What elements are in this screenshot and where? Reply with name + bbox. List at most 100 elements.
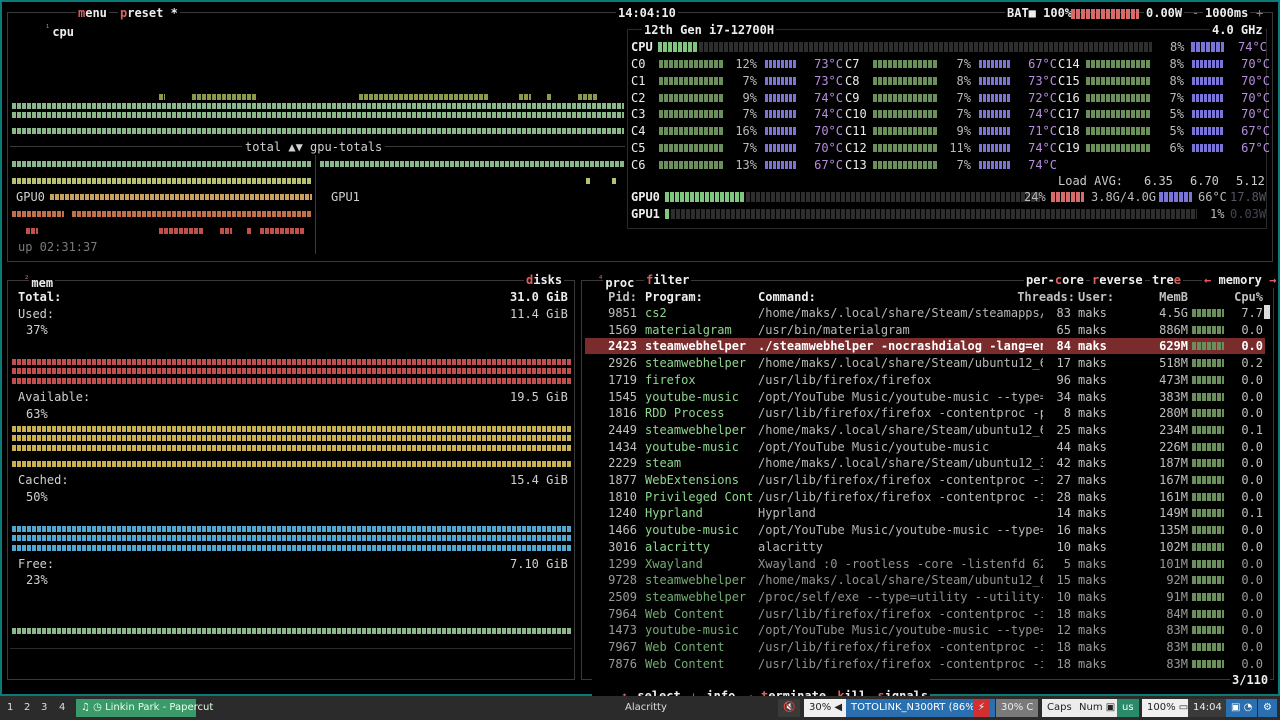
process-row[interactable]: 1816 RDD Process/usr/lib/firefox/firefox … xyxy=(585,405,1265,421)
process-cpu-meter xyxy=(1192,576,1224,585)
core-pct: 11% xyxy=(949,141,971,155)
volume[interactable]: 30% ◀ xyxy=(804,699,848,717)
col-pid[interactable]: Pid: xyxy=(585,289,637,305)
core-temp-meter xyxy=(765,76,797,85)
process-row[interactable]: 1299 Xwayland Xwayland :0 -rootless -core … xyxy=(585,556,1265,572)
process-pid: 7876 xyxy=(608,656,637,671)
core-temp-meter xyxy=(1192,60,1224,68)
process-cpu-meter xyxy=(1192,409,1224,418)
gpu1-graph-label: GPU1 xyxy=(331,190,360,204)
power-icon[interactable]: ⚡ xyxy=(973,699,991,717)
keyboard-layout[interactable]: us xyxy=(1117,699,1139,717)
cpu-core-c12: C12 11% 74°C xyxy=(845,140,1057,156)
process-row[interactable]: 1810 Privileged Cont/usr/lib/firefox/fire… xyxy=(585,489,1265,505)
process-row[interactable]: 1466 youtube-music/opt/YouTube Music/yout… xyxy=(585,522,1265,538)
process-cpu-meter xyxy=(1192,392,1224,401)
tree-toggle[interactable]: tree xyxy=(1150,272,1183,288)
reverse-toggle[interactable]: reverse xyxy=(1090,272,1145,288)
process-pid: 1545 xyxy=(608,389,637,404)
process-command: /home/maks/.local/share/Steam/ubuntu12_6… xyxy=(758,356,1043,371)
mute-icon[interactable]: 🔇 xyxy=(778,699,801,717)
process-program: firefox xyxy=(645,372,696,387)
col-mem[interactable]: MemB xyxy=(1138,289,1188,305)
process-row[interactable]: 7967 Web Content/usr/lib/firefox/firefox … xyxy=(585,639,1265,655)
process-row[interactable]: 2926 steamwebhelper/home/maks/.local/shar… xyxy=(585,355,1265,371)
core-load-meter xyxy=(659,127,723,136)
process-row[interactable]: 1473 youtube-music/opt/YouTube Music/yout… xyxy=(585,622,1265,638)
core-label: C16 xyxy=(1058,90,1080,105)
workspace-1[interactable]: 1 xyxy=(2,699,18,717)
core-temp: 67°C xyxy=(814,157,843,172)
media-player[interactable]: ♫ ◷ Linkin Park - Papercut xyxy=(76,699,213,717)
core-pct: 8% xyxy=(1169,57,1184,71)
process-cpu-meter xyxy=(1192,659,1224,668)
col-program[interactable]: Program: xyxy=(645,289,757,305)
process-row[interactable]: 2449 steamwebhelper/home/maks/.local/shar… xyxy=(585,422,1265,438)
process-row[interactable]: 1545 youtube-music/opt/YouTube Music/yout… xyxy=(585,389,1265,405)
process-row[interactable]: 2229 steam/home/maks/.local/share/Steam/u… xyxy=(585,455,1265,471)
disks-toggle[interactable]: disks xyxy=(524,272,565,288)
menu-tab[interactable]: menu xyxy=(76,5,109,21)
per-core-toggle[interactable]: per-core xyxy=(1024,272,1086,288)
process-mem: 234M xyxy=(1159,422,1188,437)
gpu0-meter xyxy=(665,192,745,202)
process-row[interactable]: 1719 firefox/usr/lib/firefox/firefox 96 mak… xyxy=(585,372,1265,388)
core-pct: 5% xyxy=(1169,107,1184,122)
process-row[interactable]: 7876 Web Content/usr/lib/firefox/firefox … xyxy=(585,656,1265,672)
workspace-3[interactable]: 3 xyxy=(36,699,52,717)
clock-widget[interactable]: 14:04 xyxy=(1188,699,1227,717)
filter-button[interactable]: filter xyxy=(644,272,692,288)
process-cpu-meter xyxy=(1192,325,1224,334)
core-temp: 71°C xyxy=(1028,124,1057,139)
mem-free-label: Free: xyxy=(18,557,55,571)
tray-icons[interactable]: ▣ ◔ xyxy=(1226,699,1258,717)
battery-status: BAT■ 100% xyxy=(1005,5,1075,21)
process-row[interactable]: 3016 alacritty alacritty 10 maks 102M 0.0 xyxy=(585,539,1265,555)
core-temp-meter xyxy=(979,160,1011,169)
mem-used: 11.4 GiB xyxy=(510,307,568,321)
process-row[interactable]: 2423 steamwebhelper ./steamwebhelper -nocr… xyxy=(585,338,1265,355)
process-cpu-meter xyxy=(1192,542,1224,551)
process-row[interactable]: 2509 steamwebhelper/proc/self/exe --type=… xyxy=(585,589,1265,605)
workspace-2[interactable]: 2 xyxy=(19,699,35,717)
interval-minus[interactable]: - xyxy=(1192,5,1199,21)
interval-plus[interactable]: + xyxy=(1256,5,1263,21)
core-label: C4 xyxy=(631,124,646,139)
col-user[interactable]: User: xyxy=(1078,289,1138,305)
proc-scrollbar[interactable] xyxy=(1264,305,1270,319)
process-row[interactable]: 7964 Web Content/usr/lib/firefox/firefox … xyxy=(585,606,1265,622)
process-row[interactable]: 1434 youtube-music/opt/YouTube Music/yout… xyxy=(585,439,1265,455)
process-row[interactable]: 1877 WebExtensions/usr/lib/firefox/firefo… xyxy=(585,472,1265,488)
process-row[interactable]: 9728 steamwebhelper/home/maks/.local/shar… xyxy=(585,572,1265,588)
preset-tab[interactable]: preset * xyxy=(118,5,180,21)
core-pct: 7% xyxy=(1169,90,1184,105)
core-load-meter xyxy=(873,110,937,119)
col-threads[interactable]: Threads: xyxy=(1015,289,1075,305)
col-command[interactable]: Command: xyxy=(758,289,1043,305)
process-row[interactable]: 1569 materialgram/usr/bin/materialgram 65 m… xyxy=(585,322,1265,338)
sort-selector[interactable]: ← memory → xyxy=(1202,272,1279,288)
workspace-4[interactable]: 4 xyxy=(54,699,70,717)
process-row[interactable]: 1240 Hyprland Hyprland 14 maks 149M 0.1 xyxy=(585,505,1265,521)
active-window-title: Alacritty xyxy=(625,702,667,713)
core-temp-meter xyxy=(765,60,797,68)
update-interval[interactable]: 1000ms xyxy=(1203,5,1251,21)
cpu-core-c13: C13 7% 74°C xyxy=(845,157,1057,173)
process-row[interactable]: 9851 cs2/home/maks/.local/share/Steam/ste… xyxy=(585,305,1265,321)
process-command: /usr/lib/firefox/firefox -contentproc -i… xyxy=(758,640,1043,654)
cpu-core-c18: C18 5% 67°C xyxy=(1058,123,1270,139)
process-cpu-meter xyxy=(1192,442,1224,451)
settings-icon[interactable]: ⚙ xyxy=(1258,699,1277,717)
process-cpu: 0.0 xyxy=(1241,573,1263,588)
col-cpu[interactable]: Cpu% xyxy=(1225,289,1263,305)
graph-totals-toggle[interactable]: total ▲▼ gpu-totals xyxy=(242,139,386,155)
core-temp: 74°C xyxy=(814,90,843,105)
cpu-core-c5: C5 7% 70°C xyxy=(631,140,843,156)
mem-free: 7.10 GiB xyxy=(510,557,568,571)
mem-tab-label: mem xyxy=(29,276,56,290)
process-program: steamwebhelper xyxy=(645,589,747,604)
process-pid: 1434 xyxy=(608,439,637,454)
cpu-tab[interactable]: ¹ cpu xyxy=(16,5,77,56)
process-program: youtube-music xyxy=(645,623,739,638)
cpu-total-pct: 8% xyxy=(1170,40,1185,54)
